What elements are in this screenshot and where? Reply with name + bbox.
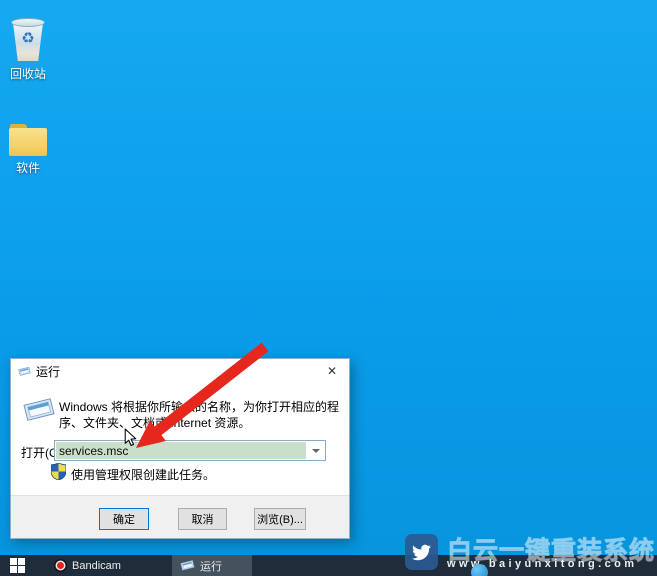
cancel-button[interactable]: 取消 (178, 508, 227, 530)
admin-note: 使用管理权限创建此任务。 (71, 466, 215, 483)
run-dialog-icon (22, 396, 56, 427)
run-command-input[interactable] (56, 442, 306, 459)
folder-icon (9, 124, 47, 156)
ok-button[interactable]: 确定 (99, 508, 149, 530)
recycle-glyph: ♻ (21, 29, 34, 47)
run-dialog-titlebar[interactable]: 运行 ✕ (11, 359, 349, 383)
start-button[interactable] (0, 555, 34, 576)
run-dialog: 运行 ✕ Windows 将根据你所输入的名称，为你打开相应的程序、文件夹、文档… (10, 358, 350, 539)
dialog-description: Windows 将根据你所输入的名称，为你打开相应的程序、文件夹、文档或 Int… (59, 399, 345, 431)
selected-text-highlight (56, 442, 306, 459)
run-combobox[interactable] (54, 440, 326, 461)
folder-label: 软件 (16, 159, 40, 176)
recycle-bin-label: 回收站 (10, 65, 46, 82)
run-window-icon (180, 559, 195, 572)
dialog-footer: 确定 取消 浏览(B)... (11, 495, 349, 538)
taskbar-item-bandicam[interactable]: Bandicam (46, 555, 130, 576)
desktop-icon-folder[interactable]: 软件 (0, 124, 56, 176)
watermark-dot (471, 564, 488, 576)
dialog-title: 运行 (36, 363, 60, 380)
browse-button[interactable]: 浏览(B)... (254, 508, 306, 530)
chevron-down-icon (312, 449, 320, 453)
taskbar-item-label: Bandicam (72, 560, 121, 572)
bird-icon (411, 543, 432, 562)
uac-shield-icon (51, 463, 66, 480)
desktop: ♻ 回收站 软件 运行 ✕ (0, 0, 657, 576)
bandicam-record-icon (54, 559, 67, 572)
combobox-dropdown-button[interactable] (307, 441, 325, 460)
taskbar-item-label: 运行 (200, 558, 222, 574)
watermark-bird-logo (405, 534, 438, 570)
close-icon[interactable]: ✕ (315, 359, 349, 383)
recycle-bin-icon: ♻ (9, 18, 47, 62)
taskbar-item-run[interactable]: 运行 (172, 555, 252, 576)
desktop-icon-recycle-bin[interactable]: ♻ 回收站 (0, 18, 56, 82)
run-window-icon (18, 366, 31, 377)
windows-logo-icon (10, 558, 25, 573)
